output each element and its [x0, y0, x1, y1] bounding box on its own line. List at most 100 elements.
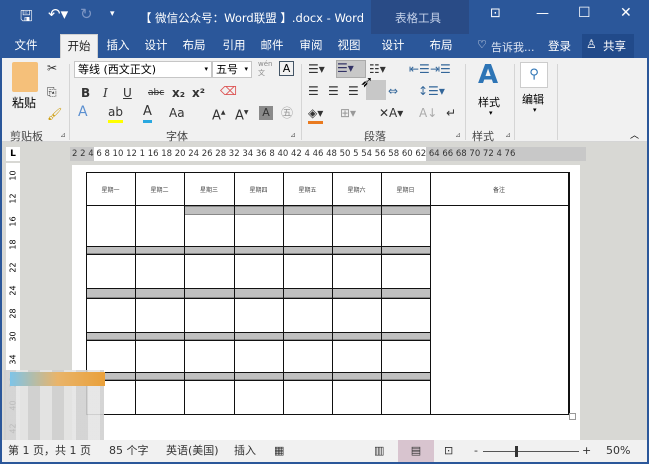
- paste-button[interactable]: 粘贴: [12, 94, 36, 111]
- asian-layout-icon[interactable]: ✕A▾: [379, 105, 403, 121]
- superscript-button[interactable]: x²: [192, 85, 205, 101]
- align-right-icon[interactable]: ☰: [348, 83, 359, 99]
- ruler-tick: 28: [8, 308, 18, 319]
- borders-icon[interactable]: ⊞▾: [340, 105, 356, 121]
- chevron-down-icon: ▾: [204, 65, 208, 73]
- insert-mode[interactable]: 插入: [234, 440, 256, 462]
- paste-icon[interactable]: [12, 62, 38, 92]
- save-icon[interactable]: 🖫: [20, 6, 33, 31]
- web-layout-icon[interactable]: ⊡: [444, 440, 453, 462]
- customize-icon[interactable]: ▾: [110, 9, 115, 19]
- zoom-slider-thumb[interactable]: [514, 446, 518, 457]
- change-case-button[interactable]: Aa: [169, 105, 185, 121]
- page-count[interactable]: 第 1 页，共 1 页: [8, 440, 91, 462]
- zoom-in-button[interactable]: +: [582, 440, 591, 462]
- zoom-level[interactable]: 50%: [606, 440, 630, 462]
- tab-view[interactable]: 视图: [331, 34, 367, 58]
- align-center-icon[interactable]: ☰: [328, 83, 339, 99]
- tab-insert[interactable]: 插入: [100, 34, 136, 58]
- zoom-slider[interactable]: [483, 451, 579, 452]
- phonetic-guide-icon[interactable]: wén 文: [258, 60, 272, 78]
- character-shading-icon[interactable]: A: [259, 106, 273, 120]
- align-left-icon[interactable]: ☰: [308, 83, 319, 99]
- character-border-icon[interactable]: A: [279, 61, 294, 76]
- share-button[interactable]: ♙ 共享: [582, 34, 634, 58]
- distributed-icon[interactable]: ⇔: [388, 83, 398, 99]
- font-name-select[interactable]: 等线 (西文正文) ▾: [74, 61, 212, 78]
- line-spacing-icon[interactable]: ↕☰▾: [418, 83, 445, 99]
- redo-icon[interactable]: ↻: [80, 5, 93, 23]
- tab-review[interactable]: 审阅: [293, 34, 329, 58]
- ribbon-display-icon[interactable]: ⊡: [490, 6, 501, 21]
- increase-indent-icon[interactable]: ⇥☰: [430, 61, 451, 77]
- sort-icon[interactable]: A↓: [419, 105, 437, 121]
- format-painter-icon[interactable]: 🖌: [47, 106, 62, 122]
- print-layout-icon[interactable]: ▤: [398, 440, 434, 462]
- show-marks-icon[interactable]: ↵: [446, 105, 456, 121]
- dialog-launcher-icon[interactable]: ⊿: [60, 131, 66, 139]
- font-color-icon[interactable]: A: [143, 104, 152, 123]
- tab-table-design[interactable]: 设计: [375, 34, 411, 58]
- table-border: [86, 414, 569, 415]
- ribbon-tabs: 文件 开始 插入 设计 布局 引用 邮件 审阅 视图 设计 布局 ♡ 告诉我..…: [0, 34, 649, 58]
- window-title: 【 微信公众号：Word联盟 】.docx - Word: [140, 11, 365, 25]
- word-count[interactable]: 85 个字: [109, 440, 149, 462]
- ruler-tick: 16: [8, 216, 18, 227]
- dialog-launcher-icon[interactable]: ⊿: [505, 131, 511, 139]
- close-icon[interactable]: ✕: [620, 5, 632, 21]
- row-border: [86, 380, 430, 381]
- undo-icon[interactable]: ↶▾: [48, 5, 68, 23]
- row-border: [86, 254, 430, 255]
- cut-icon[interactable]: ✂: [47, 60, 57, 76]
- column-border: [381, 172, 382, 414]
- search-icon[interactable]: ⚲: [520, 62, 548, 88]
- login-button[interactable]: 登录: [548, 38, 571, 54]
- share-label: 共享: [603, 39, 626, 53]
- bullets-icon[interactable]: ☰▾: [308, 61, 325, 77]
- strikethrough-button[interactable]: abc: [148, 85, 164, 101]
- editing-button[interactable]: 编辑: [522, 91, 544, 107]
- shading-icon[interactable]: ◈▾: [308, 105, 324, 124]
- minimize-icon[interactable]: —: [536, 6, 549, 21]
- ruler-tick: 34: [8, 354, 18, 365]
- shrink-font-icon[interactable]: A▼: [235, 105, 249, 124]
- tell-me-input[interactable]: 告诉我...: [491, 39, 535, 55]
- underline-button[interactable]: U: [123, 85, 132, 101]
- table-border: [86, 205, 569, 206]
- tab-home[interactable]: 开始: [60, 34, 98, 58]
- language[interactable]: 英语(美国): [166, 440, 219, 462]
- zoom-out-button[interactable]: -: [474, 440, 478, 462]
- macro-icon[interactable]: ▦: [274, 440, 284, 462]
- tab-file[interactable]: 文件: [8, 34, 44, 58]
- text-effects-icon[interactable]: A: [78, 104, 88, 120]
- tab-selector[interactable]: L: [6, 147, 20, 161]
- highlight-icon[interactable]: ab: [108, 104, 123, 123]
- table-border: [86, 172, 569, 173]
- tab-design[interactable]: 设计: [138, 34, 174, 58]
- tab-layout[interactable]: 布局: [176, 34, 212, 58]
- ruler-tick: 24: [8, 285, 18, 296]
- copy-icon[interactable]: ⎘: [47, 84, 57, 100]
- dialog-launcher-icon[interactable]: ⊿: [290, 131, 296, 139]
- font-size-select[interactable]: 五号 ▾: [212, 61, 252, 78]
- horizontal-ruler[interactable]: 2 2 4 6 8 10 12 1 16 18 20 24 26 28 32 3…: [70, 147, 586, 161]
- dialog-launcher-icon[interactable]: ⊿: [455, 131, 461, 139]
- tab-references[interactable]: 引用: [216, 34, 252, 58]
- table-header-cell: 备注: [492, 187, 505, 194]
- tab-mailings[interactable]: 邮件: [254, 34, 290, 58]
- collapse-ribbon-icon[interactable]: ︿: [630, 128, 639, 141]
- table-resize-handle[interactable]: [569, 413, 576, 420]
- tab-table-layout[interactable]: 布局: [423, 34, 459, 58]
- italic-button[interactable]: I: [103, 85, 108, 101]
- clear-formatting-icon[interactable]: ⌫: [220, 83, 237, 99]
- styles-button[interactable]: 样式: [478, 94, 500, 110]
- read-mode-icon[interactable]: ▥: [374, 440, 384, 462]
- title-bar: 🖫 ↶▾ ↻ ▾ 【 微信公众号：Word联盟 】.docx - Word: [0, 0, 649, 34]
- grow-font-icon[interactable]: A▲: [212, 105, 226, 124]
- bold-button[interactable]: B: [81, 85, 90, 101]
- decrease-indent-icon[interactable]: ⇤☰: [409, 61, 430, 77]
- subscript-button[interactable]: x₂: [172, 85, 185, 101]
- styles-icon[interactable]: A: [478, 60, 498, 90]
- enclose-characters-icon[interactable]: ㊄: [281, 105, 293, 121]
- maximize-icon[interactable]: ☐: [578, 5, 591, 21]
